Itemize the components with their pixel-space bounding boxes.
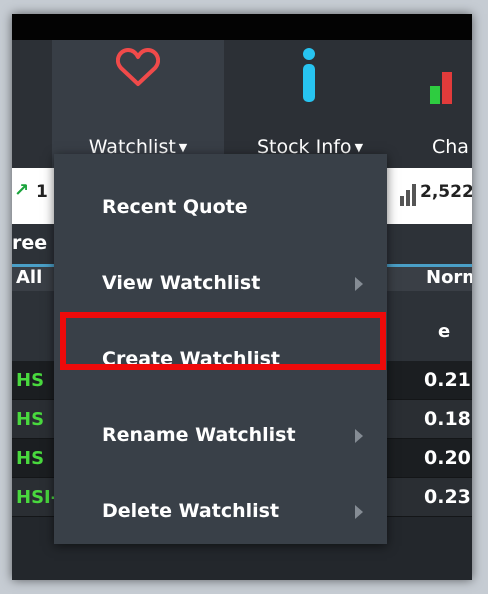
filter-label: ree: [12, 232, 48, 254]
nav-chart-label: Cha: [432, 136, 469, 158]
menu-item-rename-watchlist[interactable]: Rename Watchlist: [54, 406, 387, 466]
info-icon: [303, 48, 315, 102]
row-symbol: HS: [16, 370, 45, 391]
caret-down-icon: ▼: [178, 141, 188, 154]
menu-item-recent-quote[interactable]: Recent Quote: [54, 178, 387, 238]
menu-item-view-watchlist[interactable]: View Watchlist: [54, 254, 387, 314]
highlight-annotation: [60, 312, 386, 370]
caret-down-icon: ▼: [354, 141, 364, 154]
menu-item-delete-watchlist[interactable]: Delete Watchlist: [54, 482, 387, 542]
submenu-arrow-icon: [355, 429, 363, 443]
row-value: 0.21(: [424, 369, 472, 391]
row-symbol: HS: [16, 448, 45, 469]
menu-item-label: Rename Watchlist: [102, 424, 296, 446]
submenu-arrow-icon: [355, 277, 363, 291]
top-bar: [12, 14, 472, 40]
row-symbol: HS: [16, 409, 45, 430]
volume-bars-icon: [400, 184, 416, 206]
row-value: 0.20:: [424, 447, 472, 469]
submenu-arrow-icon: [355, 505, 363, 519]
arrow-up-icon: ↗: [14, 180, 30, 201]
header-sub: e: [438, 321, 451, 342]
menu-item-label: View Watchlist: [102, 272, 261, 294]
app-window: Watchlist▼ Stock Info▼ Cha ↗ 1 2,522 r: [12, 14, 472, 580]
main-nav: Watchlist ▼ Stock Info ▼ Cha: [12, 40, 472, 168]
heart-icon: [116, 48, 160, 86]
row-value: 0.23(: [424, 486, 472, 508]
header-norm[interactable]: Norm: [426, 267, 472, 288]
menu-item-label: Delete Watchlist: [102, 500, 280, 522]
turnover-value: 2,522: [420, 182, 472, 202]
index-change-value: 1: [36, 182, 48, 202]
nav-stock-info[interactable]: Stock Info ▼: [224, 40, 396, 168]
row-value: 0.18:: [424, 408, 472, 430]
menu-item-label: Recent Quote: [102, 196, 248, 218]
header-all[interactable]: All: [16, 267, 42, 288]
nav-watchlist[interactable]: Watchlist ▼: [52, 40, 224, 168]
nav-chart[interactable]: Cha: [396, 40, 472, 168]
chart-icon: [430, 72, 452, 104]
